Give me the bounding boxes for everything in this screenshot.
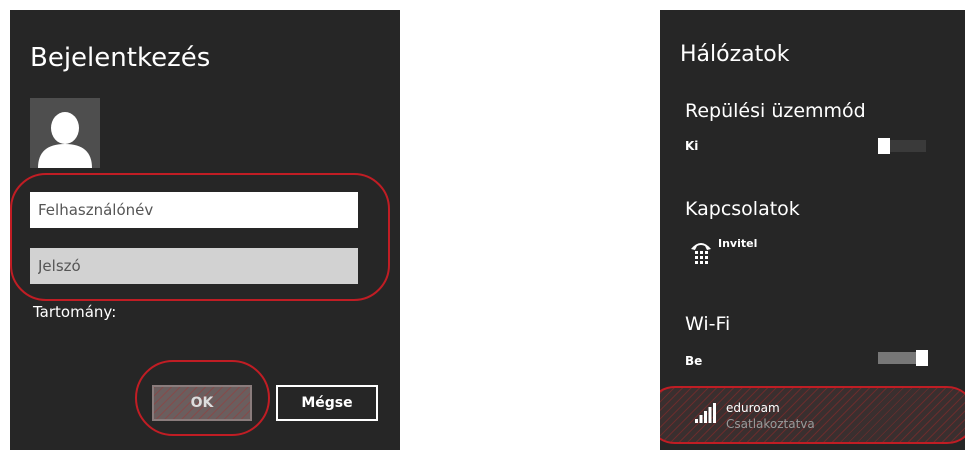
wifi-label: Wi-Fi: [685, 313, 731, 335]
wifi-signal-icon: [695, 403, 717, 427]
cancel-button[interactable]: Mégse: [276, 385, 378, 421]
networks-panel: Hálózatok Repülési üzemmód Ki Kapcsolato…: [660, 10, 965, 450]
toggle-track: [888, 140, 926, 152]
networks-title: Hálózatok: [680, 42, 790, 67]
username-field[interactable]: [30, 192, 358, 228]
airplane-mode-state: Ki: [685, 139, 699, 153]
wifi-network-eduroam[interactable]: eduroam Csatlakoztatva: [660, 386, 965, 444]
wifi-toggle[interactable]: [878, 350, 928, 366]
wifi-network-status: Csatlakoztatva: [726, 417, 815, 431]
ok-button[interactable]: OK: [152, 385, 252, 421]
user-avatar-icon: [30, 98, 100, 168]
login-dialog: Bejelentkezés Tartomány: OK Mégse: [10, 10, 400, 450]
phone-icon: [690, 238, 712, 268]
airplane-mode-label: Repülési üzemmód: [685, 100, 866, 122]
wifi-state: Be: [685, 354, 703, 368]
password-field[interactable]: [30, 248, 358, 284]
airplane-mode-toggle[interactable]: [878, 138, 926, 154]
domain-label: Tartomány:: [33, 303, 117, 321]
connection-name: Invitel: [718, 237, 758, 250]
toggle-knob: [916, 350, 928, 366]
toggle-knob: [878, 138, 890, 154]
wifi-network-name: eduroam: [726, 401, 780, 415]
login-title: Bejelentkezés: [30, 43, 211, 73]
connections-label: Kapcsolatok: [685, 198, 800, 220]
toggle-track: [878, 352, 916, 364]
